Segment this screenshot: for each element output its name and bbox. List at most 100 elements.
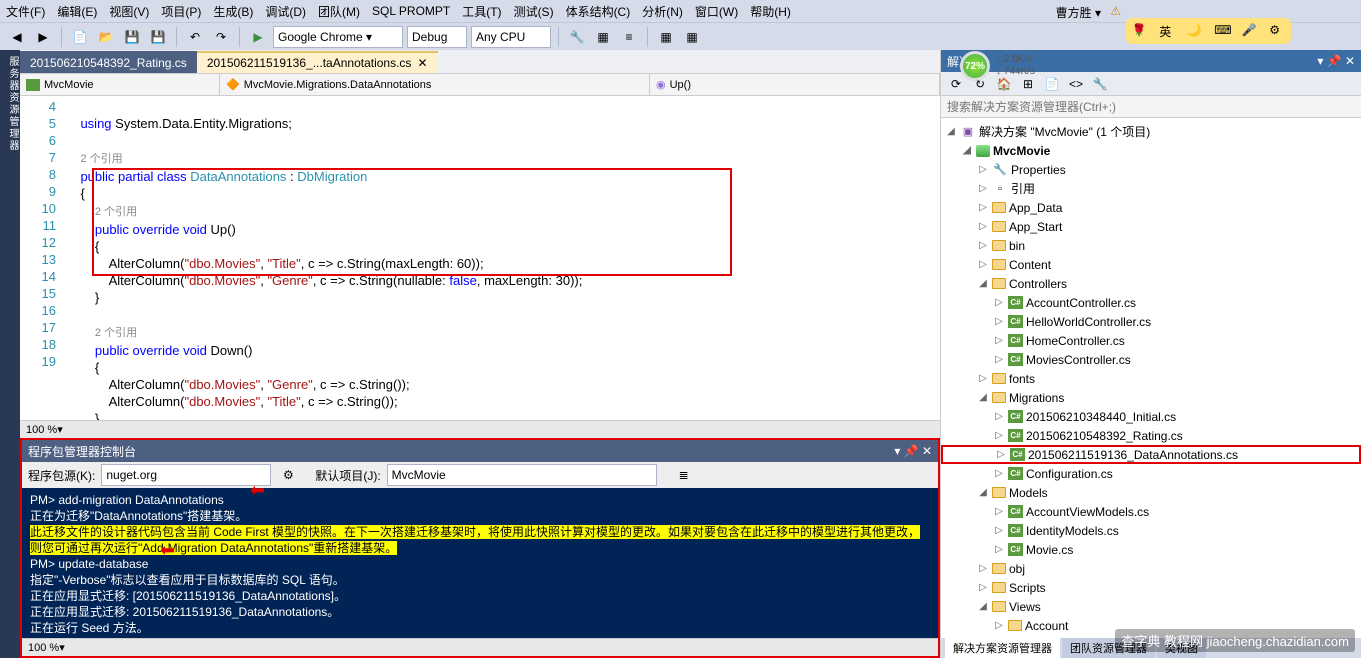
clear-icon[interactable]: ≣ (673, 464, 695, 486)
menu-item[interactable]: SQL PROMPT (372, 4, 450, 18)
tree-node[interactable]: ▷App_Start (941, 217, 1361, 236)
tree-node[interactable]: ▷C#MoviesController.cs (941, 350, 1361, 369)
keyboard-icon[interactable]: ⌨ (1214, 23, 1230, 39)
platform-combo[interactable]: Any CPU (471, 26, 551, 48)
menu-item[interactable]: 生成(B) (213, 3, 253, 20)
redo-icon[interactable]: ↷ (210, 26, 232, 48)
undo-icon[interactable]: ↶ (184, 26, 206, 48)
document-tabs: 201506210548392_Rating.cs201506211519136… (20, 50, 940, 74)
tree-node[interactable]: ▷Content (941, 255, 1361, 274)
solution-explorer: 解决 ▾ 📌 ✕ ⟳ ↻ 🏠 ⊞ 📄 <> 🔧 ◢▣解决方案 "MvcMovie… (940, 50, 1361, 658)
line-numbers: 4 5 6 7 8 9 10 11 12 13 14 15 16 17 18 1… (20, 96, 62, 420)
menu-item[interactable]: 体系结构(C) (566, 3, 631, 20)
solution-root[interactable]: ◢▣解决方案 "MvcMovie" (1 个项目) (941, 122, 1361, 141)
pmc-project-combo[interactable]: MvcMovie (387, 464, 657, 486)
run-icon[interactable]: ▶ (247, 26, 269, 48)
ime-strip[interactable]: 🌹 英 🌙 ⌨ 🎤 ⚙ (1126, 18, 1291, 44)
menu-item[interactable]: 项目(P) (161, 3, 201, 20)
tool-icon[interactable]: 🔧 (566, 26, 588, 48)
open-icon[interactable]: 📂 (95, 26, 117, 48)
ime-icon[interactable]: 英 (1159, 23, 1175, 39)
user-menu[interactable]: 曹方胜 ▾ (1056, 4, 1101, 21)
config-combo[interactable]: Debug (407, 26, 467, 48)
tree-node[interactable]: ▷fonts (941, 369, 1361, 388)
tree-node[interactable]: ▷Scripts (941, 578, 1361, 597)
project-node[interactable]: ◢MvcMovie (941, 141, 1361, 160)
tree-node[interactable]: ▷C#Movie.cs (941, 540, 1361, 559)
tree-node[interactable]: ▷🔧Properties (941, 160, 1361, 179)
tree-node[interactable]: ◢Models (941, 483, 1361, 502)
pmc-title-bar: 程序包管理器控制台 ▾ 📌 ✕ (22, 440, 938, 462)
tool-icon[interactable]: ▦ (681, 26, 703, 48)
watermark: 查字典 教程网 jiaocheng.chazidian.com (1115, 629, 1355, 652)
tree-node[interactable]: ◢Controllers (941, 274, 1361, 293)
speed-rates: ↑ 2.8K/s ↓ 744K/s (996, 54, 1035, 78)
sol-search-input[interactable] (941, 96, 1361, 117)
close-icon[interactable]: ✕ (417, 56, 427, 70)
package-manager-console: 程序包管理器控制台 ▾ 📌 ✕ 程序包源(K): nuget.org ⚙ 默认项… (20, 438, 940, 658)
code-body[interactable]: using System.Data.Entity.Migrations; 2 个… (62, 96, 940, 420)
pmc-project-label: 默认项目(J): (315, 467, 380, 484)
tree-node[interactable]: ◢Views (941, 597, 1361, 616)
mic-icon[interactable]: 🎤 (1242, 23, 1258, 39)
tree-node[interactable]: ◢Migrations (941, 388, 1361, 407)
menu-item[interactable]: 编辑(E) (57, 3, 97, 20)
menu-item[interactable]: 工具(T) (462, 3, 501, 20)
menu-item[interactable]: 调试(D) (265, 3, 306, 20)
tree-node[interactable]: ▷▫引用 (941, 179, 1361, 198)
tool-icon[interactable]: ▦ (592, 26, 614, 48)
arrow-icon: ⬅ (160, 540, 175, 561)
zoom-bar[interactable]: 100 % ▾ (20, 420, 940, 438)
browser-combo[interactable]: Google Chrome ▾ (273, 26, 403, 48)
menu-item[interactable]: 分析(N) (642, 3, 683, 20)
code-editor[interactable]: 4 5 6 7 8 9 10 11 12 13 14 15 16 17 18 1… (20, 96, 940, 420)
solution-tree[interactable]: ◢▣解决方案 "MvcMovie" (1 个项目) ◢MvcMovie ▷🔧Pr… (941, 118, 1361, 638)
tree-node[interactable]: ▷bin (941, 236, 1361, 255)
tool-icon[interactable]: 🔧 (1089, 73, 1111, 95)
gear-icon[interactable]: ⚙ (277, 464, 299, 486)
save-icon[interactable]: 💾 (121, 26, 143, 48)
tree-node[interactable]: ▷C#HomeController.cs (941, 331, 1361, 350)
document-tab[interactable]: 201506211519136_...taAnnotations.cs ✕ (197, 51, 438, 73)
tree-node[interactable]: ▷C#AccountViewModels.cs (941, 502, 1361, 521)
gear-icon[interactable]: ⚙ (1269, 23, 1285, 39)
nav-member[interactable]: ◉Up() (650, 74, 940, 95)
pmc-output[interactable]: PM> add-migration DataAnnotations 正在为迁移"… (22, 488, 938, 638)
tree-node[interactable]: ▷C#201506210348440_Initial.cs (941, 407, 1361, 426)
menu-item[interactable]: 团队(M) (318, 3, 360, 20)
moon-icon[interactable]: 🌙 (1187, 23, 1203, 39)
menu-item[interactable]: 测试(S) (514, 3, 554, 20)
close-icon[interactable]: ▾ 📌 ✕ (1317, 54, 1355, 68)
menu-item[interactable]: 文件(F) (6, 3, 45, 20)
tree-node[interactable]: ▷C#AccountController.cs (941, 293, 1361, 312)
menu-item[interactable]: 帮助(H) (750, 3, 791, 20)
tree-node[interactable]: ▷C#201506211519136_DataAnnotations.cs (941, 445, 1361, 464)
menu-item[interactable]: 视图(V) (109, 3, 149, 20)
menu-item[interactable]: 窗口(W) (695, 3, 738, 20)
net-speed-widget[interactable]: 72% ↑ 2.8K/s ↓ 744K/s (960, 52, 1080, 80)
tree-node[interactable]: ▷C#Configuration.cs (941, 464, 1361, 483)
tree-node[interactable]: ▷App_Data (941, 198, 1361, 217)
document-tab[interactable]: 201506210548392_Rating.cs (20, 51, 197, 73)
warn-icon[interactable]: ⚠ (1110, 4, 1121, 18)
sol-search[interactable] (941, 96, 1361, 118)
panel-tab[interactable]: 解决方案资源管理器 (945, 638, 1060, 658)
tool-icon[interactable]: ▦ (655, 26, 677, 48)
tree-node[interactable]: ▷C#201506210548392_Rating.cs (941, 426, 1361, 445)
pmc-toolbar: 程序包源(K): nuget.org ⚙ 默认项目(J): MvcMovie ≣ (22, 462, 938, 488)
nav-back-icon[interactable]: ◀ (6, 26, 28, 48)
nav-class[interactable]: 🔶MvcMovie.Migrations.DataAnnotations (220, 74, 650, 95)
server-explorer-tab[interactable]: 服务器资源管理器 (0, 50, 20, 658)
tree-node[interactable]: ▷C#IdentityModels.cs (941, 521, 1361, 540)
tree-node[interactable]: ▷C#HelloWorldController.cs (941, 312, 1361, 331)
arrow-icon: ⬅ (250, 480, 265, 501)
pmc-zoom[interactable]: 100 % ▾ (22, 638, 938, 656)
pin-icon[interactable]: ▾ 📌 ✕ (894, 444, 932, 458)
save-all-icon[interactable]: 💾 (147, 26, 169, 48)
new-icon[interactable]: 📄 (69, 26, 91, 48)
nav-project[interactable]: MvcMovie (20, 74, 220, 95)
tree-node[interactable]: ▷obj (941, 559, 1361, 578)
nav-fwd-icon[interactable]: ▶ (32, 26, 54, 48)
tool-icon[interactable]: ≡ (618, 26, 640, 48)
pmc-source-combo[interactable]: nuget.org (101, 464, 271, 486)
